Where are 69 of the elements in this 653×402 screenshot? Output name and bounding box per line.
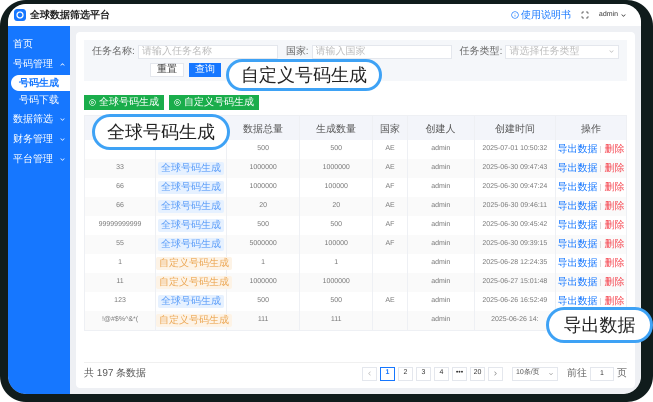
fullscreen-icon[interactable] [580,11,589,19]
type-tag: 全球号码生成 [158,200,224,213]
sidebar-subitem[interactable]: 号码下载 [11,92,70,108]
callout-label: 导出数据 [546,307,653,343]
type-tag: 自定义号码生成 [156,314,232,327]
generate-button[interactable]: 自定义号码生成 [169,95,259,110]
sidebar-item[interactable]: 财务管理 [8,129,70,149]
sidebar-item[interactable]: 平台管理 [8,149,70,169]
field-label: 任务名称: [92,45,135,59]
export-link[interactable]: 导出数据 [557,275,598,290]
column-header: 国家 [380,124,400,135]
export-link[interactable]: 导出数据 [557,161,598,176]
sidebar-item[interactable]: 号码管理 [8,54,70,74]
column-header: 操作 [580,124,601,135]
export-link[interactable]: 导出数据 [557,142,598,157]
column-header: 创建时间 [494,124,535,135]
delete-link[interactable]: 删除 [604,218,624,233]
next-page-button[interactable] [488,366,503,380]
export-link[interactable]: 导出数据 [557,294,598,309]
export-link[interactable]: 导出数据 [557,256,598,271]
export-link[interactable]: 导出数据 [557,218,598,233]
type-tag: 全球号码生成 [158,181,224,194]
total-count: 共 197 条数据 [84,366,146,381]
sidebar-subitem[interactable]: 号码生成 [11,75,70,91]
goto-label: 前往 [567,366,587,381]
export-link[interactable]: 导出数据 [557,199,598,214]
input-field[interactable]: 请输入任务名称 [138,44,278,58]
export-link[interactable]: 导出数据 [557,237,598,252]
reset-button[interactable]: 重置 [150,63,184,77]
type-tag: 全球号码生成 [158,162,224,175]
callout-label: 全球号码生成 [92,114,230,150]
generate-button[interactable]: 全球号码生成 [84,95,164,110]
callout-label: 自定义号码生成 [226,59,382,91]
play-icon [89,99,96,106]
logo-icon [14,9,26,21]
help-link[interactable]: 使用说明书 [510,8,571,22]
delete-link[interactable]: 删除 [604,199,624,214]
delete-link[interactable]: 删除 [604,294,624,309]
type-tag: 全球号码生成 [158,219,224,232]
delete-link[interactable]: 删除 [604,142,624,157]
prev-page-button[interactable] [362,366,377,380]
delete-link[interactable]: 删除 [604,275,624,290]
delete-link[interactable]: 删除 [604,237,624,252]
play-icon [174,99,181,106]
column-header: 数据总量 [242,124,283,135]
page-unit: 页 [617,367,627,381]
type-tag: 全球号码生成 [158,238,224,251]
column-header: 生成数量 [316,124,356,135]
type-tag: 自定义号码生成 [156,276,232,289]
search-button[interactable]: 查询 [189,63,221,77]
sidebar-item[interactable]: 数据筛选 [8,109,70,129]
field-label: 任务类型: [460,44,502,59]
type-tag: 全球号码生成 [158,295,224,308]
type-tag: 自定义号码生成 [156,257,232,270]
input-field[interactable]: 请输入国家 [312,44,452,58]
column-header: 创建人 [426,124,456,135]
info-icon [510,11,519,19]
caret-icon [608,48,615,55]
app-title: 全球数据筛选平台 [30,8,110,22]
field-label: 国家: [286,44,309,59]
delete-link[interactable]: 删除 [604,180,624,195]
caret-icon [620,12,627,18]
delete-link[interactable]: 删除 [604,161,624,176]
delete-link[interactable]: 删除 [604,256,624,271]
export-link[interactable]: 导出数据 [557,180,598,195]
chevron-right-icon [492,370,499,377]
sidebar-item[interactable]: 首页 [8,34,70,54]
chevron-left-icon [366,370,373,377]
caret-icon [548,370,554,376]
